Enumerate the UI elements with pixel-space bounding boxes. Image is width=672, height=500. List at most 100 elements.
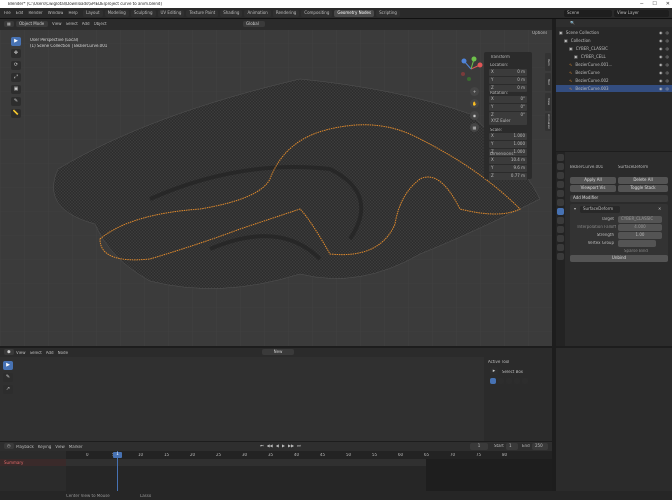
rotation-mode-select[interactable]: XYZ Euler	[489, 118, 527, 125]
menu-render[interactable]: Render	[28, 11, 42, 15]
render-camera-icon[interactable]: ◎	[666, 54, 670, 59]
visibility-eye-icon[interactable]: ◉	[659, 86, 663, 91]
playhead-frame-badge[interactable]: 1	[113, 452, 122, 458]
tab-modeling[interactable]: Modeling	[104, 10, 129, 17]
outliner-row[interactable]: ▣ Collection ◉ ◎	[556, 37, 672, 44]
move-tool-icon[interactable]: ✥	[11, 49, 21, 58]
loc-y-field[interactable]: Y 0 m	[489, 77, 527, 84]
menu-window[interactable]: Window	[48, 11, 64, 15]
menu-help[interactable]: Help	[68, 11, 77, 15]
constraints-tab-icon[interactable]	[557, 235, 564, 242]
viewport-menu-view[interactable]: View	[52, 22, 62, 26]
transform-tool-icon[interactable]: ▣	[11, 85, 21, 94]
collapse-chevron-icon[interactable]: ▾	[574, 207, 576, 211]
select-extend-icon[interactable]	[498, 378, 504, 384]
annotate-tool-icon[interactable]: ✎	[11, 97, 21, 106]
outliner-row[interactable]: ∿ BezierCurve ◉ ◎	[556, 69, 672, 76]
rotate-tool-icon[interactable]: ⟳	[11, 61, 21, 70]
node-menu-view[interactable]: View	[16, 351, 26, 355]
timeline-menu-playback[interactable]: Playback	[16, 445, 34, 449]
outliner-row[interactable]: ▣ Scene Collection ◉ ◎	[556, 29, 672, 36]
select-box-tool-icon[interactable]: ▶	[11, 37, 21, 46]
tool-tab-icon[interactable]	[557, 154, 564, 161]
jump-start-icon[interactable]: ⏮	[260, 444, 264, 448]
outliner-row[interactable]: ∿ BezierCurve.003 ◉ ◎	[556, 85, 672, 92]
add-modifier-button[interactable]: Add Modifier	[570, 195, 668, 202]
navigation-gizmo[interactable]	[458, 56, 484, 82]
dim-x-field[interactable]: X 10.4 m	[489, 157, 527, 164]
material-tab-icon[interactable]	[557, 253, 564, 260]
output-tab-icon[interactable]	[557, 172, 564, 179]
new-node-group-button[interactable]: New	[262, 349, 294, 355]
rot-x-field[interactable]: X 0°	[489, 96, 527, 103]
render-camera-icon[interactable]: ◎	[666, 78, 670, 83]
frame-ruler[interactable]: 05101520253035404550556065707580	[66, 451, 552, 459]
grid-icon[interactable]: ▦	[470, 123, 479, 132]
outliner-row[interactable]: ▣ CYBER_CLASSIC ◉ ◎	[556, 45, 672, 52]
tab-animation[interactable]: Animation	[244, 10, 271, 17]
node-editor-type-button[interactable]: ⬢	[4, 349, 14, 355]
viewport-vis-button[interactable]: Viewport Vis	[570, 185, 616, 192]
tab-shading[interactable]: Shading	[220, 10, 243, 17]
render-camera-icon[interactable]: ◎	[666, 46, 670, 51]
viewport-menu-object[interactable]: Object	[94, 22, 107, 26]
tab-uv-editing[interactable]: UV Editing	[157, 10, 185, 17]
scene-selector[interactable]: Scene	[564, 10, 612, 17]
play-reverse-icon[interactable]: ◀	[276, 444, 279, 448]
sidebar-tab-view[interactable]: View	[545, 93, 551, 111]
node-editor[interactable]: ⬢ View Select Add Node New ▶ ✎ ↗	[0, 348, 552, 441]
sidebar-tab-item[interactable]: Item	[545, 53, 551, 71]
minimize-icon[interactable]: ─	[640, 1, 643, 7]
menu-file[interactable]: File	[4, 11, 11, 15]
outliner-row[interactable]: ▣ CYBER_CELL ◉ ◎	[556, 53, 672, 60]
sidebar-tab-tool[interactable]: Tool	[545, 73, 551, 91]
dopesheet-track[interactable]	[66, 459, 552, 491]
particles-tab-icon[interactable]	[557, 217, 564, 224]
render-camera-icon[interactable]: ◎	[666, 86, 670, 91]
scene-tab-icon[interactable]	[557, 181, 564, 188]
scale-tool-icon[interactable]: ⤢	[11, 73, 21, 82]
interpolation-field[interactable]: 4.000	[618, 224, 662, 231]
node-menu-select[interactable]: Select	[30, 351, 42, 355]
start-frame-field[interactable]: 1	[506, 443, 518, 450]
scl-x-field[interactable]: X 1.000	[489, 133, 527, 140]
target-field[interactable]: CYBER_CLASSIC	[618, 216, 662, 223]
tab-compositing[interactable]: Compositing	[301, 10, 333, 17]
tab-scripting[interactable]: Scripting	[376, 10, 400, 17]
next-key-icon[interactable]: ▶▶	[288, 444, 294, 448]
mode-select[interactable]: Object Mode	[16, 21, 48, 27]
sidebar-tab-animation[interactable]: Animation	[545, 113, 551, 131]
visibility-eye-icon[interactable]: ◉	[659, 30, 663, 35]
tab-layout[interactable]: Layout	[83, 10, 103, 17]
select-invert-icon[interactable]	[514, 378, 520, 384]
visibility-eye-icon[interactable]: ◉	[659, 70, 663, 75]
jump-end-icon[interactable]: ⏭	[297, 444, 301, 448]
select-intersect-icon[interactable]	[522, 378, 528, 384]
prev-key-icon[interactable]: ◀◀	[267, 444, 273, 448]
select-tool-icon[interactable]: ▶	[3, 361, 13, 370]
options-button[interactable]: Options	[532, 31, 547, 35]
modifier-name-field[interactable]: SurfaceDeform	[580, 206, 620, 213]
unbind-button[interactable]: Unbind	[570, 255, 668, 262]
transform-orientation-select[interactable]: Global	[243, 21, 265, 27]
delete-all-button[interactable]: Delete All	[618, 177, 668, 184]
outliner-row[interactable]: ∿ BezierCurve.001... ◉ ◎	[556, 61, 672, 68]
visibility-eye-icon[interactable]: ◉	[659, 78, 663, 83]
toggle-stack-button[interactable]: Toggle Stack	[618, 185, 668, 192]
node-menu-add[interactable]: Add	[46, 351, 54, 355]
node-menu-node[interactable]: Node	[58, 351, 68, 355]
render-camera-icon[interactable]: ◎	[666, 38, 670, 43]
select-new-icon[interactable]	[490, 378, 496, 384]
annotate-tool-icon[interactable]: ✎	[3, 373, 13, 382]
modifier-tab-icon[interactable]	[557, 208, 564, 215]
outliner[interactable]: 🔍 ▣ Scene Collection ◉ ◎ ▣ Collection ◉ ◎ ▣ CYBER…	[556, 19, 672, 151]
outliner-row[interactable]: ∿ BezierCurve.002 ◉ ◎	[556, 77, 672, 84]
data-tab-icon[interactable]	[557, 244, 564, 251]
rot-y-field[interactable]: Y 0°	[489, 104, 527, 111]
scl-y-field[interactable]: Y 1.000	[489, 141, 527, 148]
3d-viewport[interactable]: ▦ Object Mode View Select Add Object Global…	[0, 19, 552, 346]
sparse-bind-checkbox[interactable]: Sparse Bind	[624, 249, 648, 253]
visibility-eye-icon[interactable]: ◉	[659, 46, 663, 51]
zoom-icon[interactable]: +	[470, 87, 479, 96]
dim-y-field[interactable]: Y 9.6 m	[489, 165, 527, 172]
